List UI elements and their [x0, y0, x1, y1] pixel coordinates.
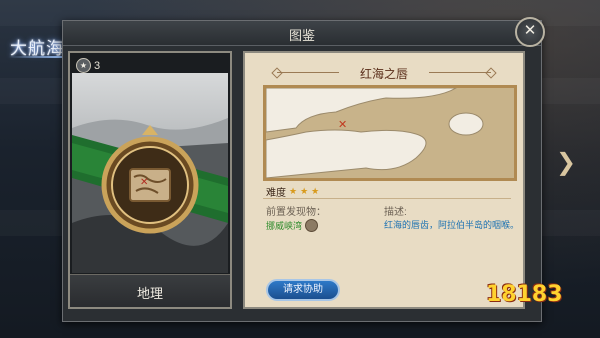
close-icon: ✕ [523, 22, 537, 39]
watermark-logo: 18183 [486, 282, 563, 307]
star-icon: ★ [76, 58, 91, 73]
request-help-button[interactable]: 请求协助 [266, 279, 340, 301]
map-illustration: ✕ [266, 88, 514, 178]
prereq-label: 前置发现物： [266, 207, 326, 218]
title-ornament-right [429, 72, 491, 73]
card-label-bar: 地理 [70, 274, 230, 307]
difficulty-star-icon: ★ [289, 186, 298, 196]
difficulty-label: 难度 [266, 188, 286, 199]
region-title: 红海之唇 [359, 67, 408, 81]
detail-panel: 红海之唇 ✕ 难度 ★ ★ ★ 前置发现物： 挪威峡湾 描述: 红海的唇齿，阿拉… [243, 51, 525, 309]
dialog-title: 图鉴 [288, 28, 315, 43]
prereq-value: 挪威峡湾 [266, 221, 303, 231]
discovery-card[interactable]: ★ 3 ✕ 地理 [68, 51, 232, 309]
chevron-right-icon[interactable]: ❯ [556, 151, 578, 175]
svg-text:✕: ✕ [140, 177, 148, 188]
rank-value: 3 [94, 59, 101, 72]
landscape-illustration: ✕ [72, 118, 228, 273]
close-button[interactable]: ✕ [515, 17, 545, 47]
discovery-image: ✕ [72, 73, 228, 273]
location-marker-icon: ✕ [338, 119, 347, 131]
dialog-header: 图鉴 [63, 21, 541, 46]
lock-icon [305, 219, 319, 232]
description-text: 红海的唇齿，阿拉伯半岛的咽喉。 [384, 220, 520, 230]
difficulty-star-icon: ★ [300, 186, 309, 196]
divider [263, 198, 511, 199]
category-label: 地理 [136, 286, 163, 301]
rank-badge: ★ 3 [76, 58, 100, 73]
description-label: 描述: [384, 207, 407, 218]
region-map: ✕ [263, 85, 517, 181]
difficulty-star-icon: ★ [311, 186, 320, 196]
difficulty-row: 难度 ★ ★ ★ [266, 184, 319, 199]
prereq-item[interactable]: 挪威峡湾 [266, 219, 319, 232]
